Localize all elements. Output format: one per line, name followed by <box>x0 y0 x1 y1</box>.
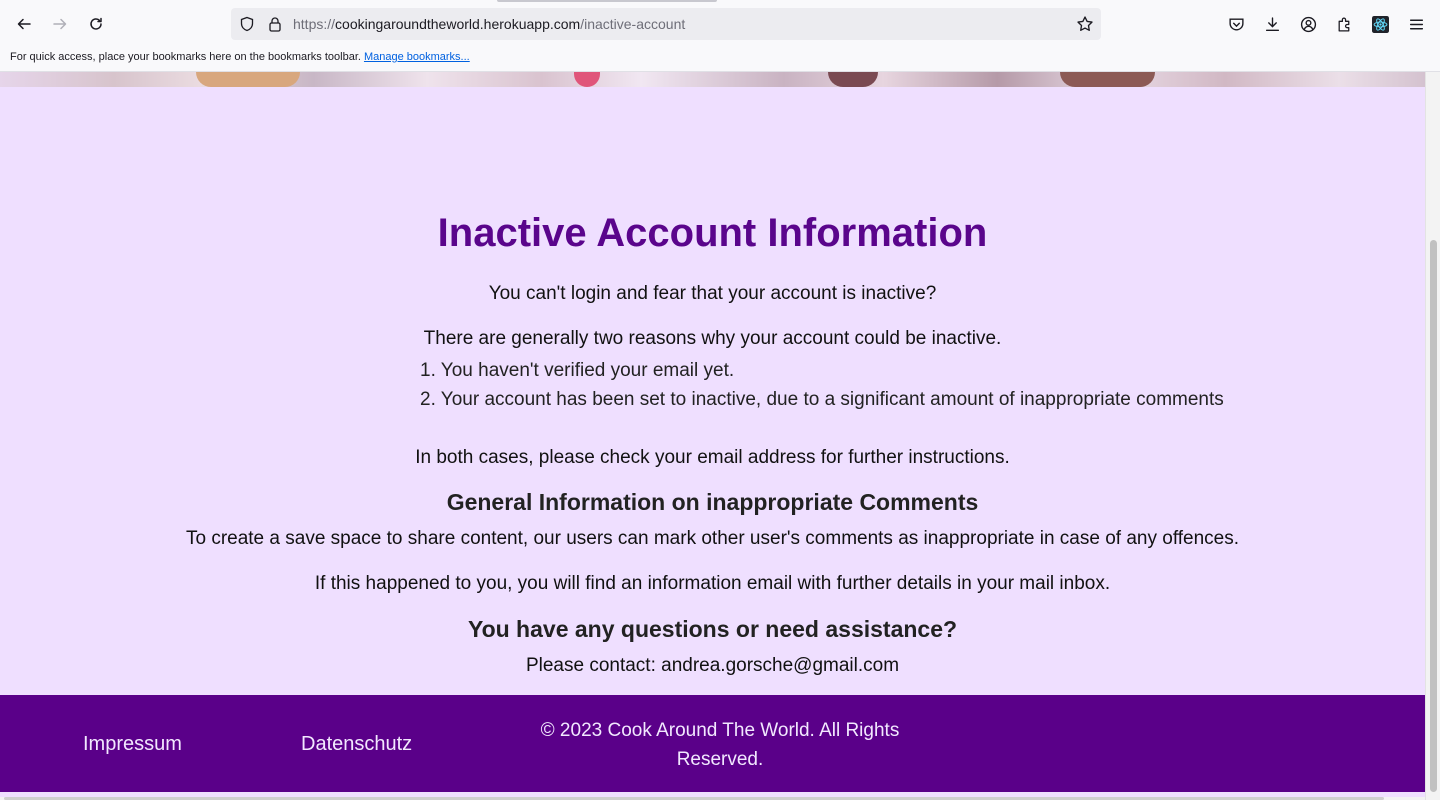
hero-food-shape <box>196 72 300 87</box>
bookmarks-toolbar: For quick access, place your bookmarks h… <box>0 46 1440 72</box>
shield-icon[interactable] <box>239 16 255 32</box>
bookmarks-hint: For quick access, place your bookmarks h… <box>10 51 470 63</box>
url-scheme: https:// <box>293 16 336 32</box>
lock-icon[interactable] <box>267 16 283 32</box>
check-email-text: In both cases, please check your email a… <box>415 447 1010 468</box>
back-button[interactable] <box>12 12 36 36</box>
vertical-scroll-thumb[interactable] <box>1430 240 1437 792</box>
back-arrow-icon <box>17 18 31 30</box>
url-bar[interactable]: https://cookingaroundtheworld.herokuapp.… <box>231 8 1101 40</box>
vertical-scrollbar[interactable] <box>1425 72 1440 800</box>
impressum-link[interactable]: Impressum <box>83 732 182 756</box>
account-icon <box>1300 16 1316 32</box>
reload-icon <box>90 17 102 30</box>
page-viewport: Inactive Account Information You can't l… <box>0 72 1425 800</box>
contact-heading: You have any questions or need assistanc… <box>467 616 958 642</box>
menu-icon <box>1409 19 1423 29</box>
section-heading: General Information on inappropriate Com… <box>446 489 979 515</box>
star-icon[interactable] <box>1076 15 1094 33</box>
hero-hand-shape <box>1060 72 1155 87</box>
menu-button[interactable] <box>1406 14 1426 34</box>
reasons-intro-text: There are generally two reasons why your… <box>423 328 1002 349</box>
pocket-button[interactable] <box>1226 14 1246 34</box>
list-item: 1. You haven't verified your email yet. <box>420 360 735 381</box>
intro-text: You can't login and fear that your accou… <box>488 283 937 304</box>
page-footer: Impressum Datenschutz © 2023 Cook Around… <box>0 695 1425 792</box>
forward-arrow-icon <box>53 18 67 30</box>
bookmarks-hint-text: For quick access, place your bookmarks h… <box>10 51 361 63</box>
forward-button[interactable] <box>48 12 72 36</box>
contact-text: Please contact: andrea.gorsche@gmail.com <box>525 655 900 676</box>
browser-toolbar: https://cookingaroundtheworld.herokuapp.… <box>0 0 1440 46</box>
hero-berry-shape <box>574 72 600 87</box>
list-item: 2. Your account has been set to inactive… <box>420 389 1224 410</box>
extensions-icon <box>1338 17 1349 32</box>
hero-cup-shape <box>828 72 878 87</box>
manage-bookmarks-link[interactable]: Manage bookmarks... <box>364 51 470 63</box>
reload-button[interactable] <box>84 12 108 36</box>
react-devtools-button[interactable] <box>1370 14 1390 34</box>
url-text[interactable]: https://cookingaroundtheworld.herokuapp.… <box>293 16 685 32</box>
url-path: /inactive-account <box>580 16 686 32</box>
section-text: To create a save space to share content,… <box>185 528 1240 549</box>
copyright-text: © 2023 Cook Around The World. All Rights… <box>540 720 900 770</box>
tab-indicator <box>497 0 717 2</box>
account-button[interactable] <box>1298 14 1318 34</box>
download-icon <box>1265 16 1279 31</box>
datenschutz-link[interactable]: Datenschutz <box>301 732 412 756</box>
url-host: cookingaroundtheworld.herokuapp.com <box>335 16 581 32</box>
react-devtools-icon <box>1371 15 1389 33</box>
section-text-2: If this happened to you, you will find a… <box>314 573 1111 594</box>
reasons-list: 1. You haven't verified your email yet. … <box>420 356 1224 414</box>
extensions-button[interactable] <box>1334 14 1354 34</box>
page-title: Inactive Account Information <box>437 211 988 255</box>
pocket-icon <box>1228 17 1244 30</box>
downloads-button[interactable] <box>1262 14 1282 34</box>
hero-image-strip <box>0 72 1425 87</box>
